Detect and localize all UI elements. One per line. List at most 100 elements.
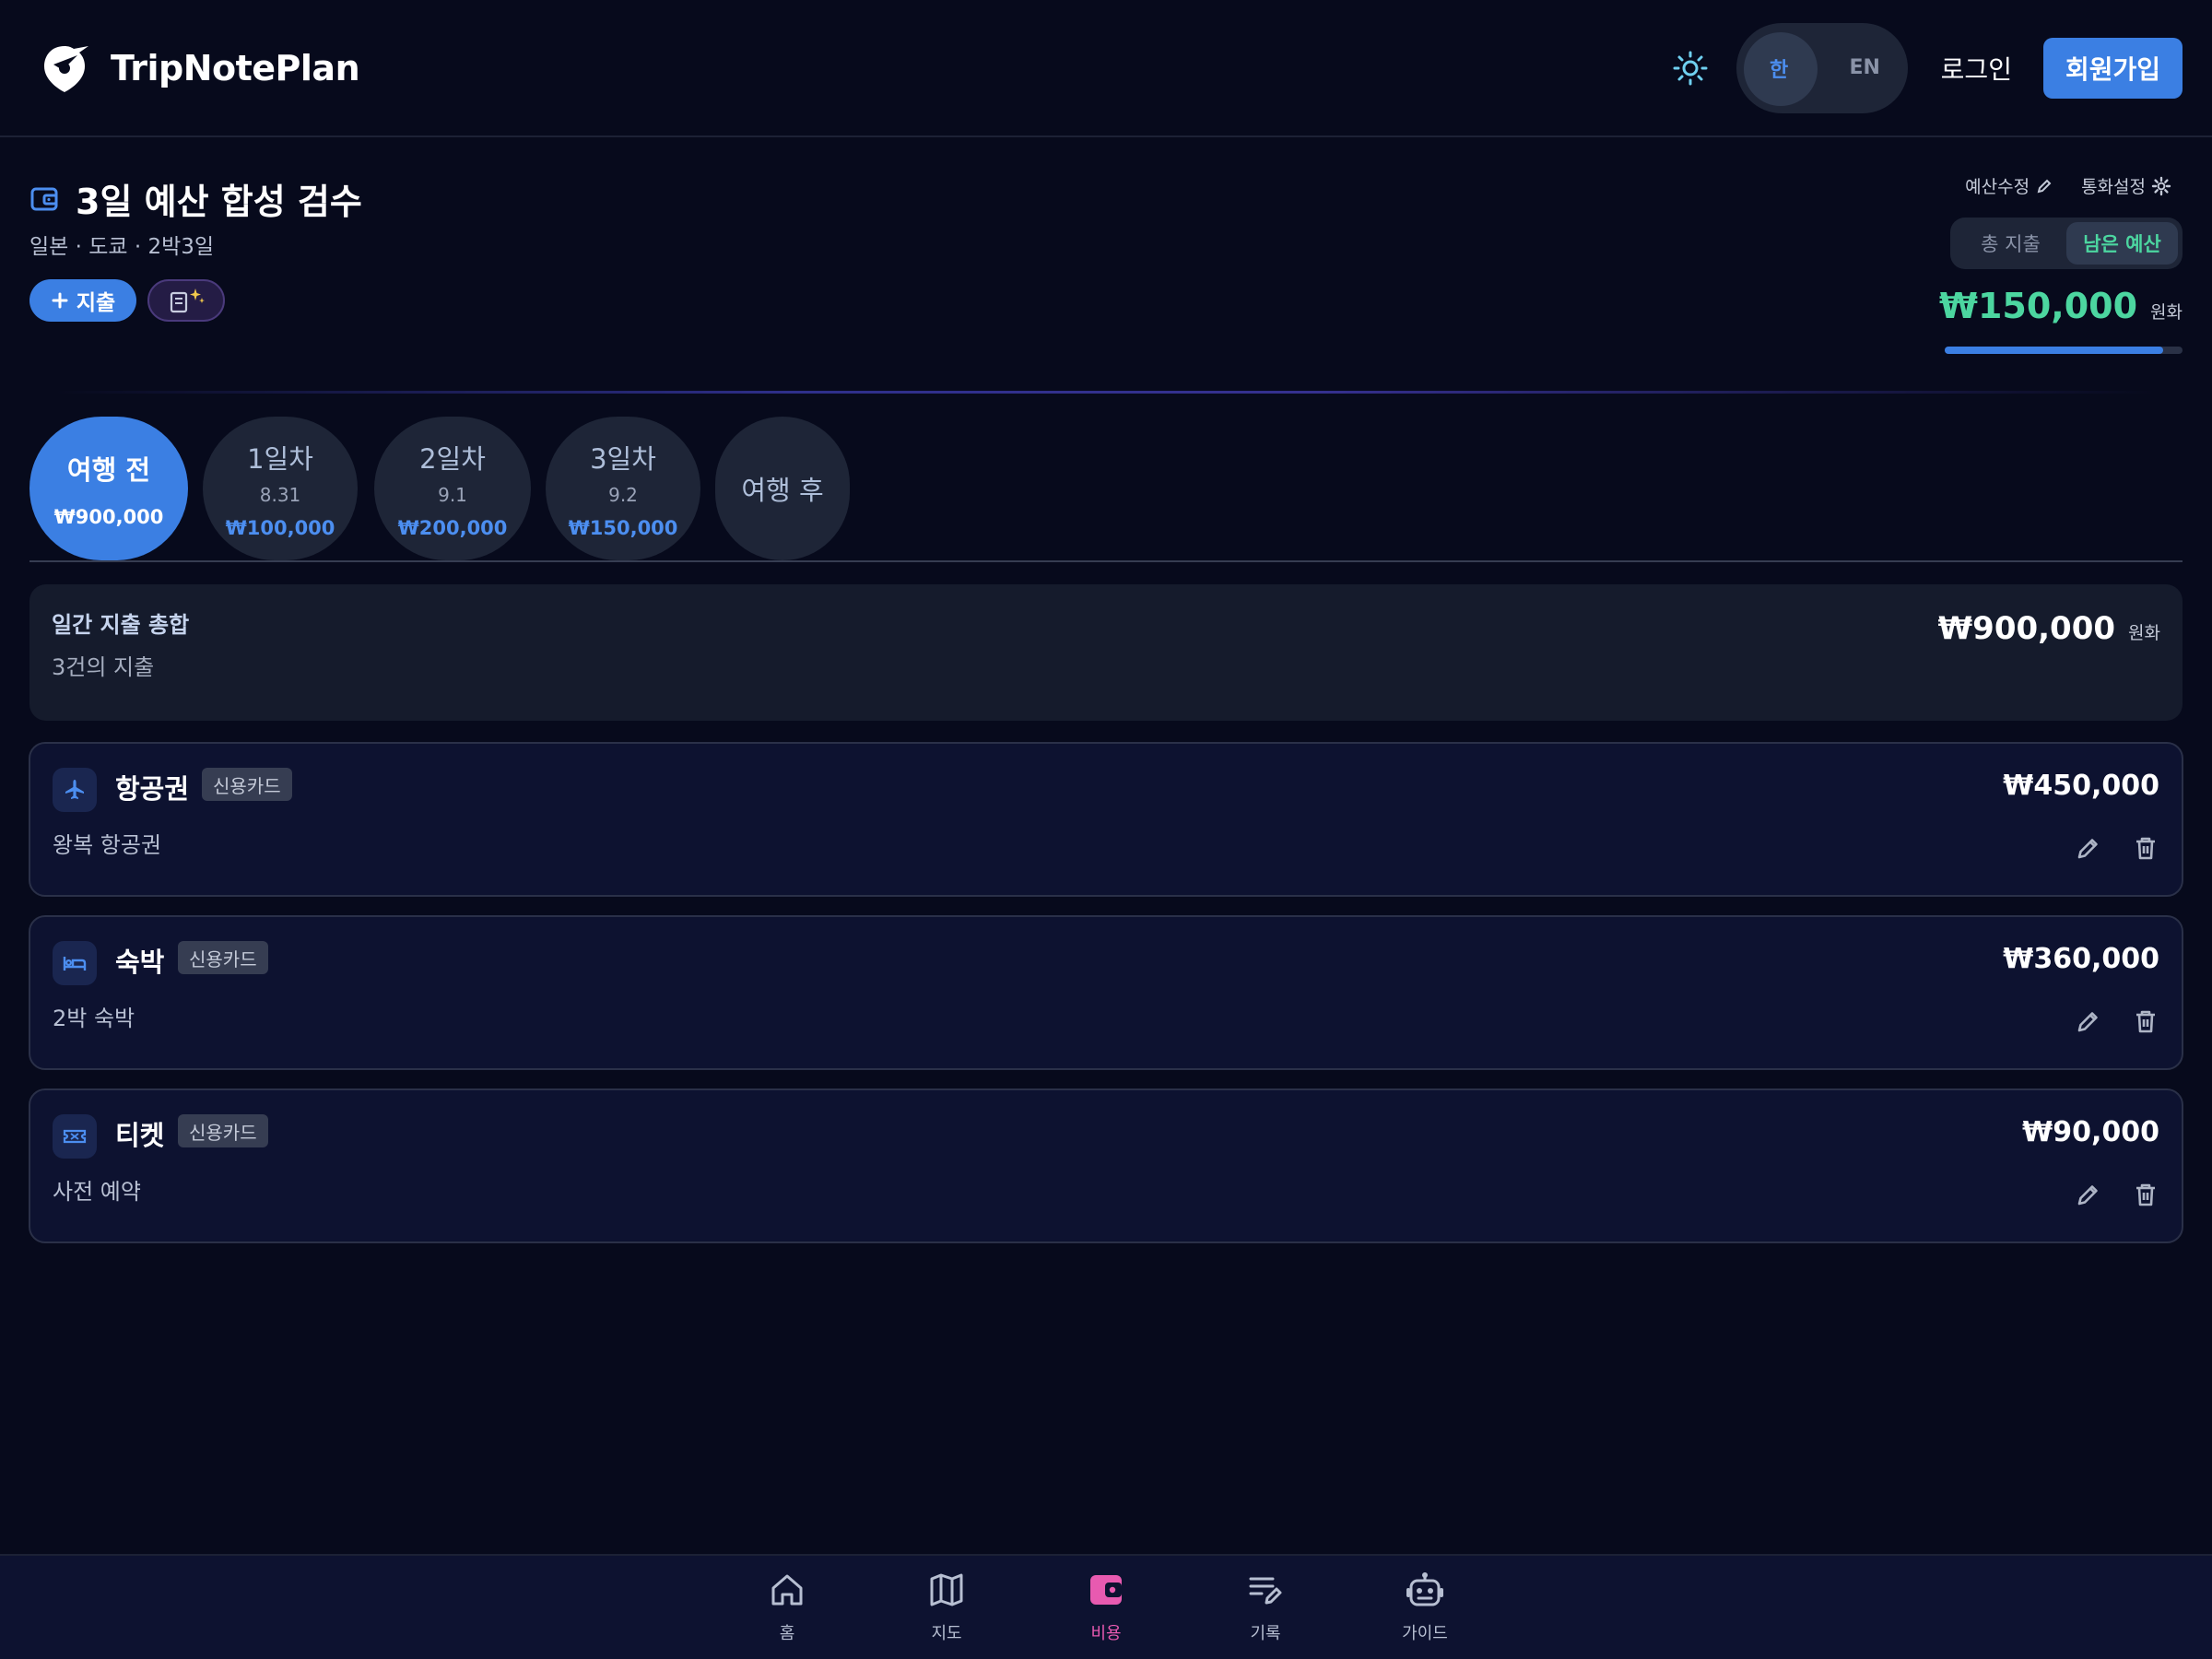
payment-method-badge: 신용카드 [178,941,268,974]
day-tab-day1[interactable]: 1일차 8.31 ₩100,000 [203,417,358,560]
language-toggle[interactable]: 한 EN [1735,22,1908,113]
nav-label: 지도 [931,1624,962,1643]
remaining-budget-option[interactable]: 남은 예산 [2066,222,2178,265]
nav-item-expenses[interactable]: 비용 [1051,1571,1161,1644]
trip-subtitle: 일본 · 도쿄 · 2박3일 [29,235,215,259]
expense-memo: 사전 예약 [53,1179,141,1205]
gear-icon [2151,176,2171,195]
app-name: TripNotePlan [111,47,360,88]
delete-expense-button[interactable] [2130,1006,2161,1037]
expense-card[interactable]: 티켓 신용카드 사전 예약 ₩90,000 [29,1088,2183,1243]
sun-icon [1673,51,1708,85]
lang-option-ko[interactable]: 한 [1736,23,1822,113]
daily-summary-card: 일간 지출 총합 3건의 지출 ₩900,000 원화 [29,584,2183,721]
budget-view-toggle[interactable]: 총 지출 남은 예산 [1950,218,2183,269]
budget-links: 예산수정 통화설정 [1965,173,2171,198]
summary-currency-unit: 원화 [2128,623,2160,643]
summary-amount: ₩900,000 원화 [1938,610,2160,647]
add-expense-button[interactable]: 지출 [29,279,136,322]
day-tab-label: 2일차 [419,443,486,475]
remaining-budget: ₩150,000 원화 [1939,286,2183,326]
day-tab-label: 여행 전 [66,454,151,486]
nav-label: 비용 [1090,1624,1122,1643]
nav-label: 홈 [779,1624,795,1643]
tabs-divider [29,560,2183,562]
currency-unit: 원화 [2150,302,2183,323]
day-tab-date: 8.31 [259,484,301,506]
day-tab-day3[interactable]: 3일차 9.2 ₩150,000 [546,417,700,560]
total-spent-option[interactable]: 총 지출 [1955,222,2066,265]
budget-progress-fill [1945,347,2164,354]
category-icon-badge [53,941,97,985]
login-link[interactable]: 로그인 [1941,50,2012,87]
edit-expense-button[interactable] [2073,1179,2104,1210]
nav-item-home[interactable]: 홈 [732,1571,842,1644]
trash-icon [2136,837,2155,860]
expense-memo: 2박 숙박 [53,1006,135,1031]
pencil-icon [2077,839,2098,859]
day-tab-before-trip[interactable]: 여행 전 ₩900,000 [29,417,188,560]
edit-budget-link[interactable]: 예산수정 [1965,173,2053,198]
expense-amount: ₩450,000 [2003,770,2159,802]
currency-settings-label: 통화설정 [2081,177,2146,197]
currency-settings-link[interactable]: 통화설정 [2081,173,2171,198]
wallet-icon [30,187,58,210]
expense-amount: ₩90,000 [2022,1116,2159,1148]
receipt-scan-button[interactable] [147,279,225,322]
category-icon-badge [53,768,97,812]
budget-progress-bar [1945,347,2183,354]
nav-label: 가이드 [1402,1624,1448,1643]
nav-item-notes[interactable]: 기록 [1210,1571,1321,1644]
day-tab-label: 여행 후 [741,475,824,506]
brand[interactable]: TripNotePlan [37,41,360,96]
day-tab-after-trip[interactable]: 여행 후 [715,417,850,560]
expense-amount: ₩360,000 [2003,943,2159,975]
expense-actions [2073,1006,2161,1037]
edit-expense-button[interactable] [2073,1006,2104,1037]
expense-card[interactable]: 숙박 신용카드 2박 숙박 ₩360,000 [29,915,2183,1070]
category-icon-badge [53,1114,97,1159]
nav-label: 기록 [1250,1624,1281,1643]
day-tab-label: 3일차 [590,443,656,475]
trash-icon [2136,1183,2155,1206]
nav-item-guide[interactable]: 가이드 [1370,1571,1480,1644]
trash-icon [2136,1010,2155,1033]
expense-actions [2073,832,2161,864]
nav-item-map[interactable]: 지도 [891,1571,1002,1644]
trip-title-row: 3일 예산 합성 검수 [29,173,362,224]
receipt-sparkle-icon [170,288,205,313]
expense-actions [2073,1179,2161,1210]
map-icon [930,1573,963,1606]
delete-expense-button[interactable] [2130,1179,2161,1210]
expense-name: 항공권 [115,773,190,805]
edit-expense-button[interactable] [2073,832,2104,864]
delete-expense-button[interactable] [2130,832,2161,864]
pencil-icon [2037,179,2052,193]
day-tab-day2[interactable]: 2일차 9.1 ₩200,000 [374,417,531,560]
expense-name: 숙박 [115,947,165,978]
payment-method-badge: 신용카드 [202,768,292,801]
summary-amount-value: ₩900,000 [1937,610,2116,647]
lang-option-en[interactable]: EN [1822,23,1908,113]
day-tab-amount: ₩900,000 [53,506,164,528]
bottom-nav: 홈 지도 비용 기록 가이드 [0,1554,2212,1659]
expense-memo: 왕복 항공권 [53,832,162,858]
ticket-icon [63,1129,87,1144]
note-icon [1249,1577,1282,1605]
day-tab-label: 1일차 [247,443,313,475]
day-tab-date: 9.2 [608,484,638,506]
bed-icon [63,957,87,971]
summary-count: 3건의 지출 [52,654,155,680]
edit-budget-label: 예산수정 [1965,177,2030,197]
day-tab-amount: ₩200,000 [397,517,508,539]
theme-toggle-button[interactable] [1661,39,1720,98]
pencil-icon [2077,1012,2098,1032]
robot-icon [1406,1572,1443,1606]
remaining-budget-value: ₩150,000 [1939,286,2138,326]
pencil-icon [2077,1185,2098,1206]
trip-title: 3일 예산 합성 검수 [76,182,362,222]
day-tab-date: 9.1 [438,484,467,506]
add-expense-label: 지출 [76,291,116,315]
signup-button[interactable]: 회원가입 [2042,37,2183,99]
expense-card[interactable]: 항공권 신용카드 왕복 항공권 ₩450,000 [29,742,2183,897]
